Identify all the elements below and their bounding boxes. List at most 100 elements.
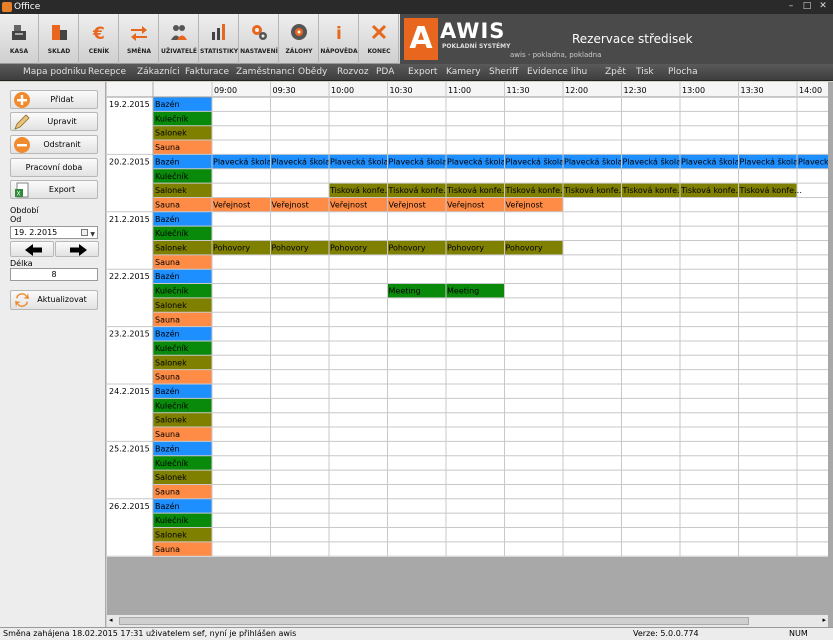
reservation-label: Meeting [389, 287, 421, 296]
length-input[interactable]: 8 [10, 268, 98, 281]
refresh-button[interactable]: Aktualizovat [10, 290, 98, 310]
maximize-button[interactable]: □ [800, 1, 814, 12]
reservation-label: Plavecká škola [447, 156, 506, 166]
resource-label: Salonek [155, 416, 187, 425]
previous-period-button[interactable] [10, 241, 54, 257]
resource-label: Salonek [155, 244, 187, 253]
resource-label: Salonek [155, 473, 187, 482]
reservation-label: Pohovory [330, 244, 367, 253]
resource-label: Sauna [155, 487, 180, 496]
from-date-input[interactable]: 19. 2.2015 ▼ [10, 226, 98, 239]
remove-button[interactable]: Odstranit [10, 135, 98, 154]
schedule-area: 09:00 09:30 10:00 10:30 11:00 11:30 12:00 12:30… [107, 82, 833, 627]
reservation-label: Tisková konfe… [622, 186, 686, 195]
page-title: Rezervace středisek [572, 32, 693, 46]
remove-button-label: Odstranit [43, 140, 81, 149]
reservation-label: Plavecká škola [272, 156, 331, 166]
resource-label: Bazén [155, 99, 180, 109]
menu-item[interactable]: Kamery [446, 67, 481, 77]
time-column-header: 09:00 [214, 86, 237, 95]
menu-item[interactable]: Tisk [636, 67, 654, 77]
menu-bar: Mapa podniku Recepce Zákazníci Fakturace Zam… [0, 64, 833, 81]
reservation-label: Plavecká škola [740, 156, 799, 166]
menu-item[interactable]: Zákazníci [137, 67, 180, 77]
scroll-left-icon[interactable]: ◂ [109, 616, 113, 624]
toolbar-button-label: NÁPOVĚDA [320, 48, 358, 55]
resource-label: Salonek [155, 531, 187, 540]
period-label: Období [10, 206, 39, 215]
toolbar-button-label: NASTAVENÍ [240, 48, 278, 55]
scroll-right-icon[interactable]: ▸ [822, 616, 826, 624]
resource-label: Kulečník [155, 458, 189, 468]
next-period-button[interactable] [55, 241, 99, 257]
resource-label: Salonek [155, 186, 187, 195]
close-icon [371, 24, 387, 40]
menu-item[interactable]: Recepce [88, 67, 126, 77]
reservation-label: Tisková konfe… [329, 186, 393, 195]
reservation-label: Plavecká škola [623, 156, 682, 166]
scrollbar-thumb[interactable] [119, 617, 749, 625]
toolbar-button-label: UŽIVATELÉ [161, 48, 197, 55]
reservation-label: Meeting [447, 287, 479, 296]
reservation-label: Tisková konfe… [505, 186, 569, 195]
toolbar-button-settings[interactable]: NASTAVENÍ [240, 14, 279, 64]
resource-label: Bazén [155, 329, 180, 339]
reservation-label: Pohovory [272, 244, 309, 253]
window-close-button[interactable]: ✕ [816, 1, 830, 12]
menu-item[interactable]: Obědy [298, 67, 327, 77]
refresh-button-label: Aktualizovat [37, 295, 87, 304]
edit-button[interactable]: Upravit [10, 112, 98, 131]
from-date-value: 19. 2.2015 [14, 228, 58, 237]
minimize-button[interactable]: – [784, 1, 798, 12]
work-hours-button-label: Pracovní doba [25, 163, 83, 172]
left-panel: Přidat Upravit Odstranit Pracovní doba X… [0, 82, 106, 627]
reservation-label: Veřejnost [389, 200, 426, 209]
toolbar-button-statistics[interactable]: STATISTIKY [200, 14, 239, 64]
svg-text:X: X [17, 191, 21, 198]
toolbar-button-label: CENÍK [88, 48, 110, 55]
menu-item[interactable]: PDA [376, 67, 394, 77]
toolbar-button-label: SMĚNA [126, 48, 152, 55]
day-date-label: 20.2.2015 [109, 157, 150, 166]
reservation-label: Plavecká škola [213, 156, 272, 166]
resource-label: Bazén [155, 214, 180, 224]
menu-item[interactable]: Fakturace [185, 67, 229, 77]
menu-item[interactable]: Zaměstnanci [236, 67, 295, 77]
toolbar-button-close[interactable]: KONEC [360, 14, 399, 64]
reservation-label: Plavecká škola [389, 156, 448, 166]
edit-button-label: Upravit [47, 117, 77, 126]
menu-item[interactable]: Rozvoz [337, 67, 369, 77]
menu-item[interactable]: Plocha [668, 67, 698, 77]
resource-label: Salonek [155, 129, 187, 138]
warehouse-icon [52, 25, 67, 40]
add-button[interactable]: Přidat [10, 90, 98, 109]
toolbar-button-backup[interactable]: ZÁLOHY [280, 14, 319, 64]
resource-label: Kulečník [155, 343, 189, 353]
export-button[interactable]: X Export [10, 180, 98, 199]
toolbar-button-users[interactable]: UŽIVATELÉ [160, 14, 199, 64]
cash-register-icon [12, 25, 26, 40]
app-icon [2, 2, 12, 12]
toolbar-button-warehouse[interactable]: SKLAD [40, 14, 79, 64]
work-hours-button[interactable]: Pracovní doba [10, 158, 98, 177]
toolbar-button-cash-register[interactable]: KASA [0, 14, 39, 64]
toolbar-button-shift-arrows[interactable]: SMĚNA [120, 14, 159, 64]
menu-item[interactable]: Sheriff [489, 67, 518, 77]
toolbar-button-help[interactable]: i NÁPOVĚDA [320, 14, 359, 64]
toolbar-button-euro[interactable]: € CENÍK [80, 14, 119, 64]
horizontal-scrollbar[interactable]: ◂ ▸ [107, 614, 828, 627]
window-title: Office [14, 2, 41, 12]
chevron-down-icon[interactable]: ▼ [90, 229, 95, 240]
menu-item[interactable]: Evidence lihu [527, 67, 587, 77]
time-column-header: 12:30 [624, 86, 647, 95]
reservation-label: Plavecká škola [564, 156, 623, 166]
menu-item[interactable]: Export [408, 67, 437, 77]
menu-item[interactable]: Mapa podniku [23, 67, 86, 77]
day-date-label: 23.2.2015 [109, 330, 150, 339]
menu-item[interactable]: Zpět [605, 67, 626, 77]
time-column-header: 09:30 [273, 86, 296, 95]
resource-label: Kulečník [155, 515, 189, 525]
calendar-icon[interactable] [81, 229, 88, 236]
resource-label: Sauna [155, 200, 180, 209]
resource-label: Bazén [155, 501, 180, 511]
